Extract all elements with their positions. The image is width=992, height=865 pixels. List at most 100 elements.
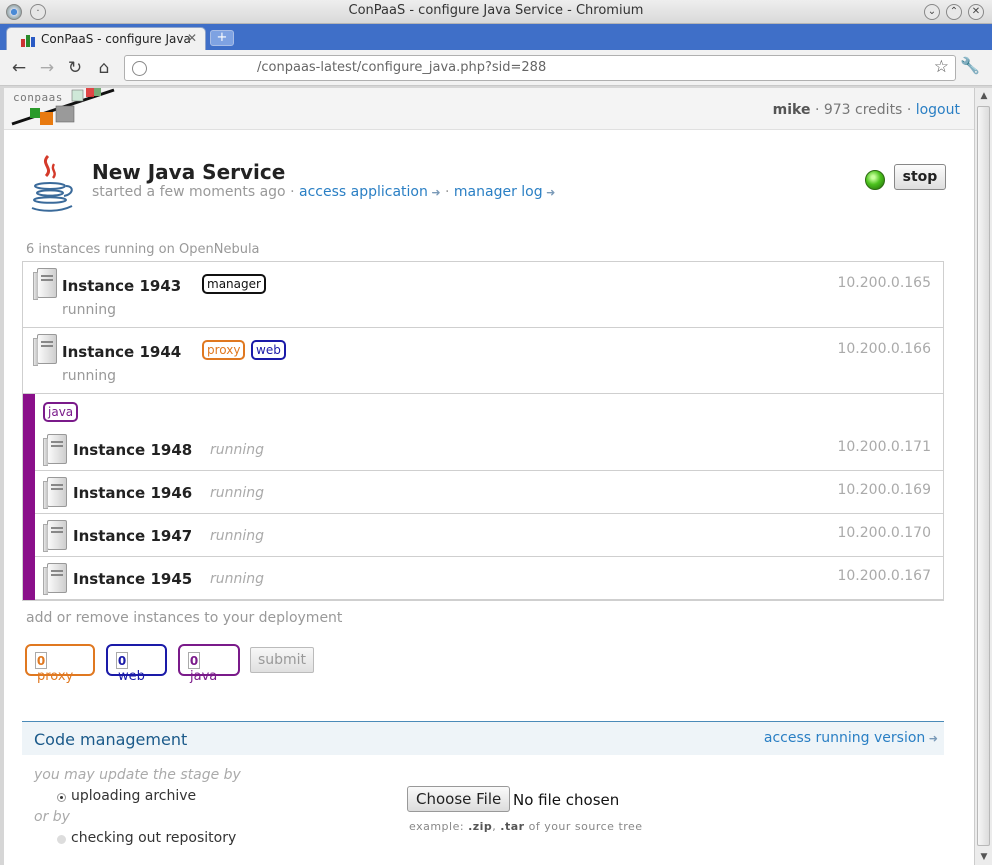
role-tag-manager: manager [202,274,266,294]
instance-name: Instance 1945 [73,570,193,588]
web-counter-label: web [118,669,145,684]
username: mike [772,102,811,118]
logo-text: conpaas [13,91,63,104]
instance-ip: 10.200.0.170 [837,525,931,541]
browser-tab[interactable]: ConPaaS - configure Java ✕ [6,27,206,50]
server-icon [33,334,57,366]
minimize-icon[interactable]: ⌄ [924,4,940,20]
instances-caption: 6 instances running on OpenNebula [26,242,260,257]
role-tag-web: web [251,340,286,360]
instance-row[interactable]: Instance 1945 running 10.200.0.167 [35,557,943,600]
instance-ip: 10.200.0.171 [837,439,931,455]
started-text: started a few moments ago [92,184,286,200]
home-icon[interactable]: ⌂ [93,57,115,79]
web-counter: web [106,644,167,684]
server-icon [43,434,67,466]
code-management-body: you may update the stage by uploading ar… [22,765,944,865]
page-scrollbar[interactable]: ▲ ▼ [974,88,992,865]
maximize-icon[interactable]: ⌃ [946,4,962,20]
server-icon [43,563,67,595]
instances-table: Instance 1943 manager running 10.200.0.1… [22,261,944,601]
main-content: New Java Service started a few moments a… [22,130,946,846]
scroll-down-icon[interactable]: ▼ [975,849,992,865]
service-status-led-icon [865,170,885,190]
site-header: conpaas mike · 973 credits · logout [4,88,974,130]
conpaas-favicon-icon [21,33,37,47]
update-prompt: you may update the stage by [34,767,241,783]
instance-status: running [210,571,265,587]
service-subtitle: started a few moments ago · access appli… [92,184,556,200]
separator: · [814,102,820,118]
choose-file-button[interactable]: Choose File [407,786,511,812]
bookmark-star-icon[interactable]: ☆ [934,57,949,77]
instance-ip: 10.200.0.166 [837,341,931,357]
checkout-repo-label[interactable]: checking out repository [71,830,236,846]
instance-status: running [210,485,265,501]
instance-ip: 10.200.0.165 [837,275,931,291]
browser-toolbar: ← → ↻ ⌂ /conpaas-latest/configure_java.p… [0,50,992,86]
web-count-input[interactable] [116,652,128,669]
arrow-right-icon: ➜ [427,186,441,199]
wrench-menu-icon[interactable]: 🔧 [960,56,980,75]
user-bar: mike · 973 credits · logout [773,102,960,118]
service-title: New Java Service [92,160,286,184]
hint-suffix: of your source tree [528,820,643,833]
java-count-input[interactable] [188,652,200,669]
instance-row[interactable]: Instance 1947 running 10.200.0.170 [35,514,943,557]
file-status: No file chosen [513,791,620,809]
instance-row[interactable]: Instance 1944 proxy web running 10.200.0… [23,328,943,394]
hint-sep: , [492,820,497,833]
back-icon[interactable]: ← [8,57,30,79]
tab-strip: ConPaaS - configure Java ✕ + [0,24,992,50]
close-window-icon[interactable]: ✕ [968,4,984,20]
credits: 973 credits [823,102,903,118]
java-counter: java [178,644,240,684]
url-text: /conpaas-latest/configure_java.php?sid=2… [257,60,547,75]
service-header: New Java Service started a few moments a… [22,130,946,240]
instance-row[interactable]: Instance 1943 manager running 10.200.0.1… [23,262,943,328]
instance-status: running [62,368,117,384]
arrow-right-icon: ➜ [542,186,556,199]
instance-ip: 10.200.0.167 [837,568,931,584]
arrow-right-icon: ➜ [925,732,938,745]
proxy-counter: proxy [25,644,95,684]
java-instance-group: java Instance 1948 running 10.200.0.171 … [23,394,943,600]
upload-archive-label[interactable]: uploading archive [71,788,196,804]
proxy-counter-label: proxy [37,669,74,684]
server-icon [43,477,67,509]
instance-name: Instance 1946 [73,484,193,502]
separator: · [906,102,912,118]
access-running-version-link[interactable]: access running version [764,730,925,746]
instance-row[interactable]: Instance 1948 running 10.200.0.171 [35,428,943,471]
java-logo-icon [31,154,73,212]
checkout-repo-radio[interactable] [57,835,66,844]
manager-log-link[interactable]: manager log [454,184,543,200]
address-bar[interactable]: /conpaas-latest/configure_java.php?sid=2… [124,55,956,81]
new-tab-button[interactable]: + [210,30,234,46]
forward-icon[interactable]: → [36,57,58,79]
scrollbar-thumb[interactable] [977,106,990,846]
instance-ip: 10.200.0.169 [837,482,931,498]
instance-row[interactable]: Instance 1946 running 10.200.0.169 [35,471,943,514]
submit-button[interactable]: submit [250,647,314,673]
access-application-link[interactable]: access application [299,184,428,200]
hint-tar: .tar [500,820,525,833]
access-running-version: access running version ➜ [764,730,938,746]
server-icon [33,268,57,300]
java-counter-label: java [190,669,218,684]
proxy-count-input[interactable] [35,652,47,669]
logout-link[interactable]: logout [916,102,960,118]
page-viewport: conpaas mike · 973 credits · logout New … [4,88,974,865]
upload-archive-radio[interactable] [57,793,66,802]
instance-status: running [210,442,265,458]
scroll-up-icon[interactable]: ▲ [975,88,992,104]
stop-button[interactable]: stop [894,164,946,190]
conpaas-logo[interactable]: conpaas [10,88,115,128]
window-titlebar: · ConPaaS - configure Java Service - Chr… [0,0,992,24]
instance-status: running [62,302,117,318]
instance-status: running [210,528,265,544]
reload-icon[interactable]: ↻ [64,57,86,79]
scaling-caption: add or remove instances to your deployme… [26,610,343,626]
code-management-header: Code management access running version ➜ [22,721,944,755]
close-tab-icon[interactable]: ✕ [187,31,197,45]
